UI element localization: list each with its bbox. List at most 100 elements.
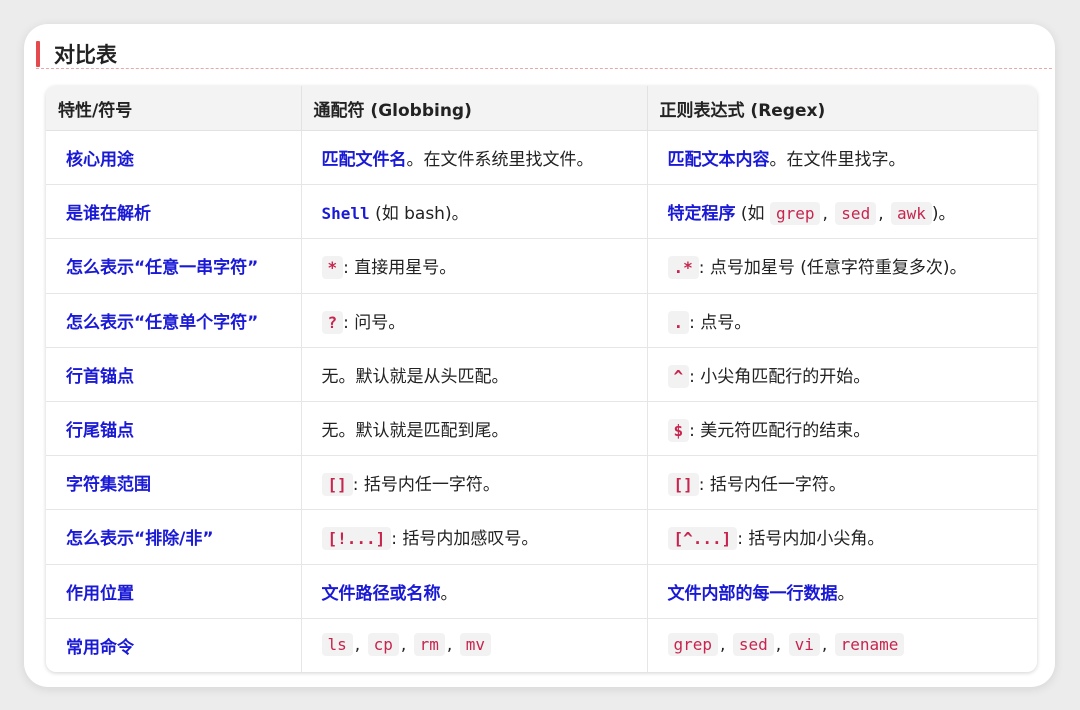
regex-cell: .*: 点号加星号 (任意字符重复多次)。 bbox=[647, 238, 1037, 294]
feature-cell: 怎么表示“任意一串字符” bbox=[46, 238, 302, 294]
code-token: .* bbox=[667, 256, 699, 280]
regex-cell: .: 点号。 bbox=[647, 293, 1037, 348]
header-regex: 正则表达式 (Regex) bbox=[647, 86, 1037, 131]
feature-cell: 核心用途 bbox=[46, 130, 302, 186]
bold-text: 文件内部的每一行数据 bbox=[667, 583, 838, 604]
cell-text: : 点号。 bbox=[689, 312, 752, 333]
code-token: cp bbox=[367, 633, 399, 657]
cell-text: (如 bash)。 bbox=[369, 204, 469, 225]
feature-cell: 怎么表示“排除/非” bbox=[46, 509, 302, 565]
feature-cell: 字符集范围 bbox=[46, 455, 302, 511]
code-token: sed bbox=[835, 202, 877, 226]
regex-cell: ^: 小尖角匹配行的开始。 bbox=[647, 347, 1037, 402]
code-token: rm bbox=[413, 633, 445, 657]
cell-text: : 括号内加小尖角。 bbox=[737, 529, 885, 550]
cell-text: 。 bbox=[837, 583, 855, 604]
code-token: rename bbox=[834, 633, 905, 657]
table-row: 怎么表示“排除/非” [!...]: 括号内加感叹号。 [^...]: 括号内加… bbox=[46, 509, 1037, 565]
regex-cell: [^...]: 括号内加小尖角。 bbox=[647, 509, 1037, 565]
cell-text: 无。默认就是匹配到尾。 bbox=[321, 421, 509, 442]
code-token: $ bbox=[667, 419, 690, 443]
code-token: ^ bbox=[667, 364, 690, 388]
title-divider bbox=[36, 68, 1052, 69]
table-row: 怎么表示“任意一串字符” *: 直接用星号。 .*: 点号加星号 (任意字符重复… bbox=[46, 238, 1037, 294]
cell-text: : 美元符匹配行的结束。 bbox=[689, 421, 871, 442]
table-row: 作用位置 文件路径或名称。 文件内部的每一行数据。 bbox=[46, 564, 1037, 619]
glob-cell: ls, cp, rm, mv bbox=[301, 618, 648, 672]
title-text: 对比表 bbox=[54, 43, 117, 67]
table-row: 常用命令 ls, cp, rm, mv grep, sed, vi, renam… bbox=[46, 618, 1037, 672]
cell-text: 无。默认就是从头匹配。 bbox=[321, 366, 509, 387]
code-token: grep bbox=[667, 633, 719, 657]
code-token: [] bbox=[667, 473, 699, 497]
code-token: [] bbox=[321, 473, 353, 497]
separator: , bbox=[720, 635, 726, 656]
code-token: [!...] bbox=[321, 527, 392, 551]
glob-cell: Shell (如 bash)。 bbox=[301, 184, 648, 240]
glob-cell: 匹配文件名。在文件系统里找文件。 bbox=[301, 130, 648, 186]
header-globbing: 通配符 (Globbing) bbox=[301, 86, 648, 131]
table-row: 怎么表示“任意单个字符” ?: 问号。 .: 点号。 bbox=[46, 293, 1037, 348]
header-feature: 特性/符号 bbox=[46, 86, 302, 131]
bold-text: Shell bbox=[321, 204, 370, 224]
table-row: 字符集范围 []: 括号内任一字符。 []: 括号内任一字符。 bbox=[46, 455, 1037, 511]
bold-text: 特定程序 bbox=[667, 204, 736, 225]
table-row: 是谁在解析 Shell (如 bash)。 特定程序 (如 grep, sed,… bbox=[46, 184, 1037, 240]
regex-cell: 特定程序 (如 grep, sed, awk)。 bbox=[647, 184, 1037, 240]
glob-cell: ?: 问号。 bbox=[301, 293, 648, 348]
glob-cell: 文件路径或名称。 bbox=[301, 564, 648, 619]
cell-text: : 括号内加感叹号。 bbox=[391, 529, 539, 550]
glob-cell: []: 括号内任一字符。 bbox=[301, 455, 648, 511]
table-row: 行尾锚点 无。默认就是匹配到尾。 $: 美元符匹配行的结束。 bbox=[46, 401, 1037, 457]
regex-cell: grep, sed, vi, rename bbox=[647, 618, 1037, 672]
feature-cell: 行尾锚点 bbox=[46, 401, 302, 457]
cell-text: : 直接用星号。 bbox=[343, 258, 457, 279]
cell-text: : 点号加星号 (任意字符重复多次)。 bbox=[698, 258, 967, 279]
feature-cell: 怎么表示“任意单个字符” bbox=[46, 293, 302, 348]
glob-cell: [!...]: 括号内加感叹号。 bbox=[301, 509, 648, 565]
table-row: 行首锚点 无。默认就是从头匹配。 ^: 小尖角匹配行的开始。 bbox=[46, 347, 1037, 402]
cell-text: 。在文件里找字。 bbox=[769, 150, 906, 171]
regex-cell: 匹配文本内容。在文件里找字。 bbox=[647, 130, 1037, 186]
separator: , bbox=[822, 204, 828, 225]
bold-text: 匹配文件名 bbox=[321, 150, 407, 171]
separator: , bbox=[446, 635, 453, 656]
separator: , bbox=[354, 635, 361, 656]
regex-cell: []: 括号内任一字符。 bbox=[647, 455, 1037, 511]
glob-cell: *: 直接用星号。 bbox=[301, 238, 648, 294]
separator: , bbox=[878, 204, 884, 225]
code-token: sed bbox=[732, 633, 774, 657]
cell-text: : 括号内任一字符。 bbox=[352, 475, 500, 496]
cell-text: )。 bbox=[931, 204, 956, 225]
table-header-row: 特性/符号 通配符 (Globbing) 正则表达式 (Regex) bbox=[46, 86, 1037, 131]
table-row: 核心用途 匹配文件名。在文件系统里找文件。 匹配文本内容。在文件里找字。 bbox=[46, 130, 1037, 186]
code-token: . bbox=[667, 310, 690, 334]
separator: , bbox=[775, 635, 782, 656]
cell-text: 。在文件系统里找文件。 bbox=[406, 150, 594, 171]
cell-text: 。 bbox=[440, 583, 458, 604]
glob-cell: 无。默认就是匹配到尾。 bbox=[301, 401, 648, 457]
bold-text: 匹配文本内容 bbox=[667, 150, 770, 171]
feature-cell: 作用位置 bbox=[46, 564, 302, 619]
separator: , bbox=[821, 635, 828, 656]
code-token: awk bbox=[891, 202, 932, 226]
title-accent-bar bbox=[36, 41, 40, 67]
separator: , bbox=[400, 635, 407, 656]
cell-text: : 小尖角匹配行的开始。 bbox=[689, 366, 871, 387]
cell-text: (如 bbox=[735, 204, 770, 225]
feature-cell: 是谁在解析 bbox=[46, 184, 302, 240]
code-token: * bbox=[321, 256, 344, 280]
regex-cell: $: 美元符匹配行的结束。 bbox=[647, 401, 1037, 457]
code-token: ? bbox=[321, 310, 344, 334]
code-token: [^...] bbox=[667, 527, 738, 551]
glob-cell: 无。默认就是从头匹配。 bbox=[301, 347, 648, 402]
feature-cell: 常用命令 bbox=[46, 618, 302, 672]
code-token: ls bbox=[321, 633, 353, 657]
code-token: vi bbox=[788, 633, 820, 657]
bold-text: 文件路径或名称 bbox=[321, 583, 441, 604]
feature-cell: 行首锚点 bbox=[46, 347, 302, 402]
regex-cell: 文件内部的每一行数据。 bbox=[647, 564, 1037, 619]
code-token: mv bbox=[459, 633, 491, 657]
section-title: 对比表 bbox=[36, 40, 117, 68]
code-token: grep bbox=[769, 202, 821, 226]
